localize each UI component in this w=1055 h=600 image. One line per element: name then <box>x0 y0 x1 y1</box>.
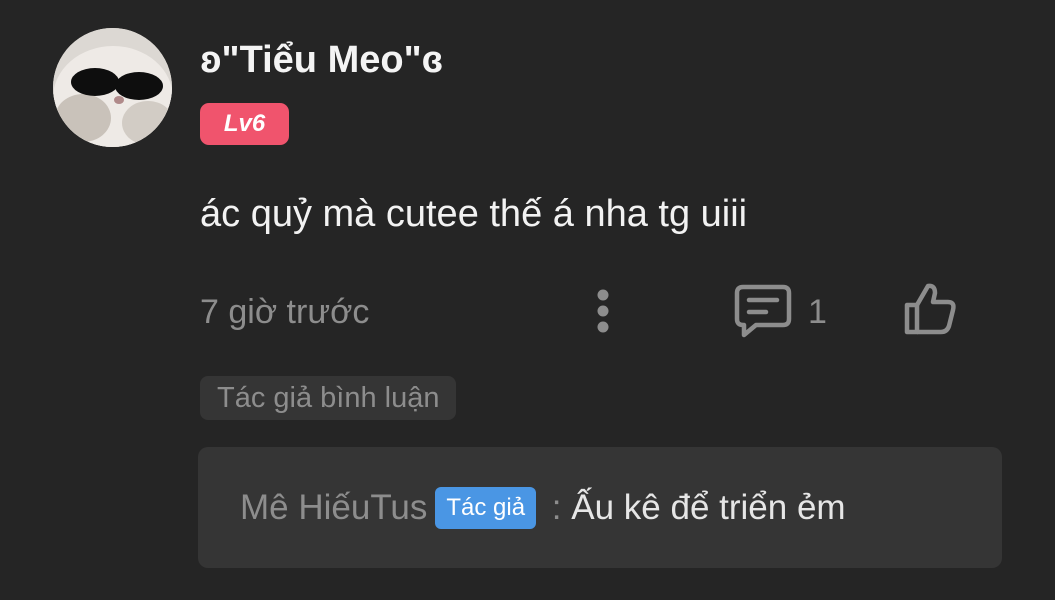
username[interactable]: ʚ"Tiểu Meo"ɞ <box>200 36 443 84</box>
vertical-dots-icon <box>597 289 609 333</box>
comment-bubble-icon <box>734 284 792 338</box>
reply-text: Ấu kê để triển ẻm <box>571 488 846 527</box>
author-replied-tag: Tác giả bình luận <box>200 376 457 420</box>
reply-line: Mê HiếuTus Tác giả : Ấu kê để triển ẻm <box>240 485 846 531</box>
reply-preview[interactable]: Mê HiếuTus Tác giả : Ấu kê để triển ẻm <box>198 447 1002 568</box>
reply-author-name[interactable]: Mê HiếuTus <box>240 488 427 527</box>
reply-separator: : <box>542 488 572 527</box>
thumbs-up-icon <box>904 283 956 335</box>
cat-avatar-image <box>53 28 172 147</box>
comment-text: ác quỷ mà cutee thế á nha tg uiii <box>200 193 748 235</box>
avatar[interactable] <box>53 28 172 147</box>
author-badge: Tác giả <box>435 487 537 529</box>
reply-count: 1 <box>808 293 827 331</box>
more-options-button[interactable] <box>584 287 622 337</box>
reply-button[interactable]: 1 <box>734 284 844 340</box>
comment-timestamp: 7 giờ trước <box>200 293 370 331</box>
like-button[interactable] <box>902 281 958 337</box>
comment-item: ʚ"Tiểu Meo"ɞ Lv6 ác quỷ mà cutee thế á n… <box>0 0 1055 600</box>
level-badge: Lv6 <box>200 103 289 145</box>
